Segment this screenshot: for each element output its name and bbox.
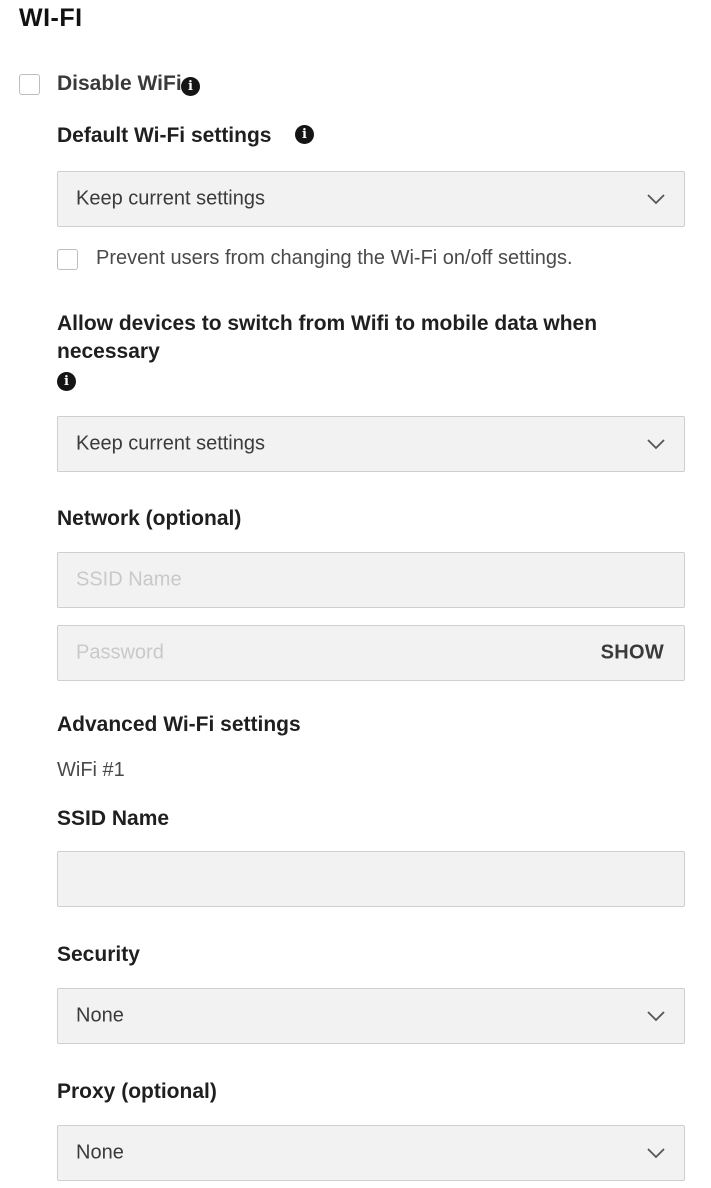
- chevron-down-icon: [647, 194, 665, 205]
- chevron-down-icon: [647, 439, 665, 450]
- proxy-select-value: None: [76, 1141, 124, 1164]
- ssid-input[interactable]: SSID Name: [57, 552, 685, 608]
- default-wifi-select-value: Keep current settings: [76, 187, 265, 210]
- chevron-down-icon: [647, 1011, 665, 1022]
- advanced-wifi-label: Advanced Wi-Fi settings: [57, 713, 301, 736]
- ssid-placeholder: SSID Name: [76, 568, 182, 591]
- switch-mobile-select-value: Keep current settings: [76, 432, 265, 455]
- disable-wifi-label: Disable WiFi: [57, 72, 182, 95]
- info-icon[interactable]: i: [295, 125, 314, 144]
- info-icon[interactable]: i: [181, 77, 200, 96]
- proxy-label: Proxy (optional): [57, 1080, 217, 1103]
- prevent-change-label: Prevent users from changing the Wi-Fi on…: [96, 247, 573, 269]
- switch-mobile-select[interactable]: Keep current settings: [57, 416, 685, 472]
- advanced-ssid-input[interactable]: [57, 851, 685, 907]
- show-password-button[interactable]: SHOW: [601, 642, 664, 665]
- ssid-name-label: SSID Name: [57, 807, 170, 830]
- network-label: Network (optional): [57, 507, 242, 530]
- switch-mobile-label-line1: Allow devices to switch from Wifi to mob…: [57, 312, 598, 335]
- prevent-change-checkbox[interactable]: [57, 249, 78, 270]
- chevron-down-icon: [647, 1148, 665, 1159]
- switch-mobile-label-line2: necessary: [57, 340, 160, 363]
- password-input[interactable]: Password SHOW: [57, 625, 685, 681]
- default-wifi-label: Default Wi-Fi settings: [57, 124, 272, 147]
- password-placeholder: Password: [76, 641, 164, 664]
- proxy-select[interactable]: None: [57, 1125, 685, 1181]
- disable-wifi-checkbox[interactable]: [19, 74, 40, 95]
- wifi-item-label: WiFi #1: [57, 759, 125, 781]
- section-title: WI-FI: [19, 4, 83, 32]
- security-select-value: None: [76, 1004, 124, 1027]
- info-icon[interactable]: i: [57, 372, 76, 391]
- default-wifi-select[interactable]: Keep current settings: [57, 171, 685, 227]
- security-select[interactable]: None: [57, 988, 685, 1044]
- security-label: Security: [57, 943, 140, 966]
